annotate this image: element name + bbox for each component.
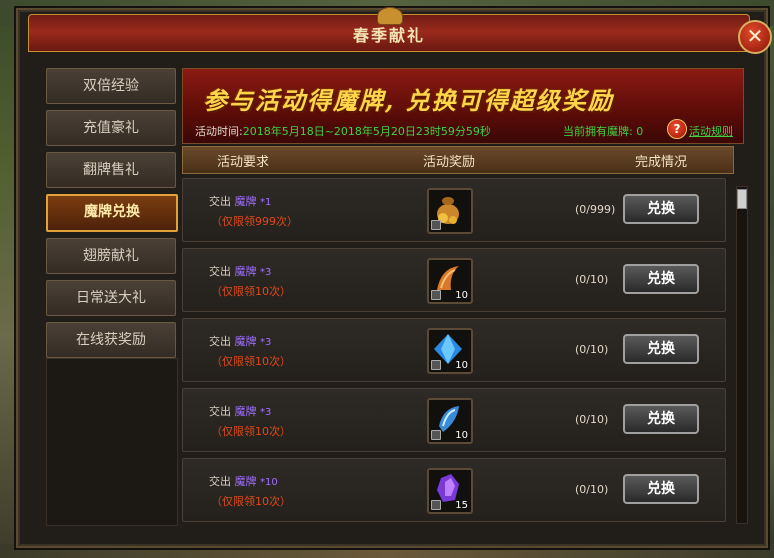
sidebar-empty-panel (46, 358, 178, 526)
limit-text: （仅限领10次） (211, 285, 291, 298)
item-multiplier: *3 (260, 337, 272, 348)
sidebar-item-daily-gift[interactable]: 日常送大礼 (46, 280, 176, 316)
give-label: 交出 (209, 265, 231, 278)
exchange-button[interactable]: 兑换 (623, 264, 699, 294)
item-multiplier: *3 (260, 407, 272, 418)
event-banner: 参与活动得魔牌, 兑换可得超级奖励 活动时间:2018年5月18日~2018年5… (182, 68, 744, 144)
give-label: 交出 (209, 475, 231, 488)
exchange-button[interactable]: 兑换 (623, 404, 699, 434)
header-reward: 活动奖励 (423, 155, 476, 170)
give-label: 交出 (209, 405, 231, 418)
item-multiplier: *1 (260, 197, 272, 208)
sidebar-item-magic-card-exchange[interactable]: 魔牌兑换 (46, 194, 178, 232)
help-icon[interactable]: ? (667, 119, 687, 139)
reward-slot[interactable]: 10 (427, 398, 473, 444)
event-time: 活动时间:2018年5月18日~2018年5月20日23时59分59秒 (195, 123, 491, 139)
reward-slot[interactable]: 10 (427, 258, 473, 304)
requirement-text: 交出 魔牌 *3 (209, 333, 271, 349)
event-window: 春季献礼 ✕ 双倍经验 充值豪礼 翻牌售礼 魔牌兑换 翅膀献礼 日常送大礼 在线… (16, 7, 772, 548)
lock-icon (431, 360, 441, 370)
requirement-text: 交出 魔牌 *10 (209, 473, 278, 489)
header-requirement: 活动要求 (217, 155, 270, 170)
lock-icon (431, 220, 441, 230)
exchange-button[interactable]: 兑换 (623, 194, 699, 224)
exchange-button[interactable]: 兑换 (623, 474, 699, 504)
title-bar: 春季献礼 (28, 7, 750, 52)
item-name: 魔牌 (234, 335, 257, 348)
event-time-label: 活动时间: (195, 125, 243, 138)
sidebar-item-wing-gift[interactable]: 翅膀献礼 (46, 238, 176, 274)
exchange-list: 交出 魔牌 *1 （仅限领999次） (0/999) 兑换 交出 魔牌 *3 （… (182, 178, 730, 522)
item-name: 魔牌 (234, 195, 257, 208)
limit-text: （仅限领10次） (211, 425, 291, 438)
lock-icon (431, 500, 441, 510)
close-button[interactable]: ✕ (738, 20, 772, 54)
sidebar-item-flip-card-sale[interactable]: 翻牌售礼 (46, 152, 176, 188)
reward-slot[interactable] (427, 188, 473, 234)
item-name: 魔牌 (234, 265, 257, 278)
window-title: 春季献礼 (352, 26, 425, 45)
progress-text: (0/999) (575, 203, 616, 216)
table-row: 交出 魔牌 *3 （仅限领10次） 10 (0/10) 兑换 (182, 318, 726, 382)
scrollbar[interactable] (736, 186, 748, 524)
sidebar-item-recharge-gift[interactable]: 充值豪礼 (46, 110, 176, 146)
progress-text: (0/10) (575, 413, 609, 426)
lock-icon (431, 290, 441, 300)
reward-quantity: 15 (455, 500, 468, 511)
reward-quantity: 10 (455, 360, 468, 371)
item-multiplier: *3 (260, 267, 272, 278)
exchange-button[interactable]: 兑换 (623, 334, 699, 364)
item-name: 魔牌 (234, 405, 257, 418)
reward-slot[interactable]: 10 (427, 328, 473, 374)
lock-icon (431, 430, 441, 440)
requirement-text: 交出 魔牌 *1 (209, 193, 271, 209)
give-label: 交出 (209, 335, 231, 348)
requirement-text: 交出 魔牌 *3 (209, 263, 271, 279)
event-time-value: 2018年5月18日~2018年5月20日23时59分59秒 (242, 125, 491, 138)
event-rules-link[interactable]: 活动规则 (689, 123, 733, 139)
item-name: 魔牌 (234, 475, 257, 488)
table-row: 交出 魔牌 *3 （仅限领10次） 10 (0/10) 兑换 (182, 388, 726, 452)
reward-quantity: 10 (455, 290, 468, 301)
limit-text: （仅限领999次） (211, 215, 298, 228)
reward-quantity: 10 (455, 430, 468, 441)
progress-text: (0/10) (575, 273, 609, 286)
reward-slot[interactable]: 15 (427, 468, 473, 514)
table-header: 活动要求 活动奖励 完成情况 (182, 146, 734, 174)
table-row: 交出 魔牌 *3 （仅限领10次） 10 (0/10) 兑换 (182, 248, 726, 312)
magic-card-count: 当前拥有魔牌: 0 (563, 125, 644, 138)
requirement-text: 交出 魔牌 *3 (209, 403, 271, 419)
sidebar-item-online-reward[interactable]: 在线获奖励 (46, 322, 176, 358)
sidebar-item-double-exp[interactable]: 双倍经验 (46, 68, 176, 104)
scroll-thumb[interactable] (737, 189, 747, 209)
table-row: 交出 魔牌 *1 （仅限领999次） (0/999) 兑换 (182, 178, 726, 242)
sidebar: 双倍经验 充值豪礼 翻牌售礼 魔牌兑换 翅膀献礼 日常送大礼 在线获奖励 (46, 68, 180, 364)
table-row: 交出 魔牌 *10 （仅限领10次） 15 (0/10) 兑换 (182, 458, 726, 522)
limit-text: （仅限领10次） (211, 495, 291, 508)
header-status: 完成情况 (635, 155, 688, 170)
item-multiplier: *10 (260, 477, 278, 488)
limit-text: （仅限领10次） (211, 355, 291, 368)
progress-text: (0/10) (575, 343, 609, 356)
give-label: 交出 (209, 195, 231, 208)
progress-text: (0/10) (575, 483, 609, 496)
banner-title: 参与活动得魔牌, 兑换可得超级奖励 (203, 86, 614, 115)
